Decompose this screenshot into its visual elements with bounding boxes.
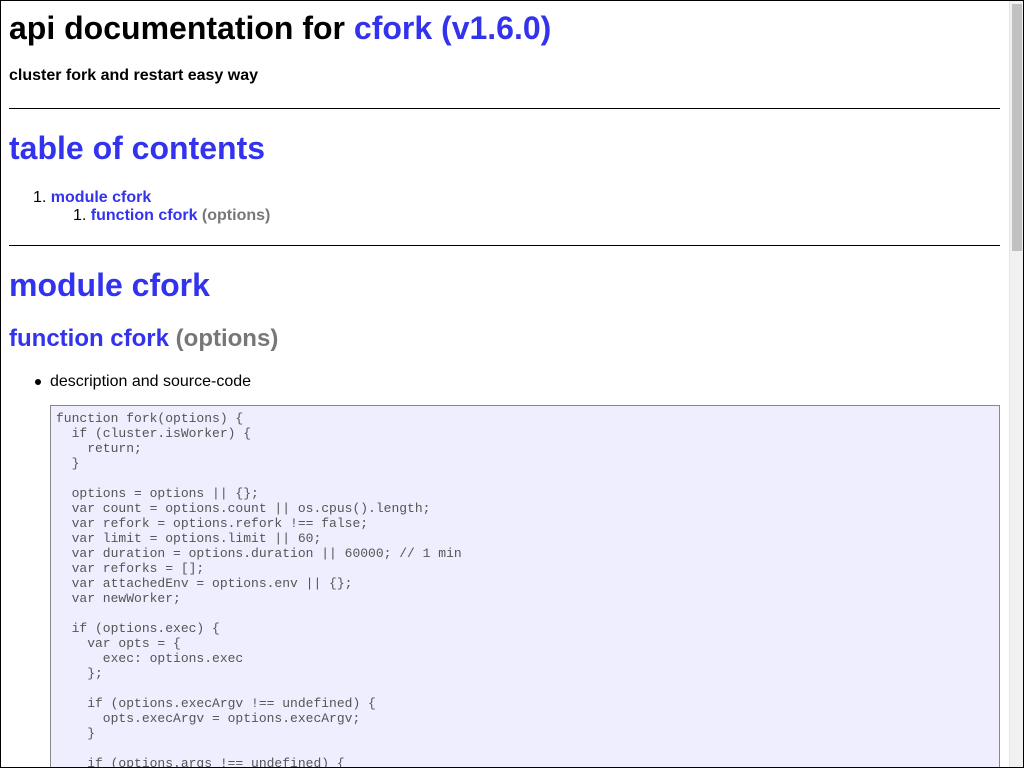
module-heading[interactable]: module cfork xyxy=(9,265,210,305)
page-content: api documentation for cfork (v1.6.0) clu… xyxy=(1,1,1009,767)
page-title: api documentation for cfork (v1.6.0) xyxy=(9,9,551,47)
toc-function-args: (options) xyxy=(201,207,271,224)
package-description: cluster fork and restart easy way xyxy=(9,67,259,84)
browser-viewport: api documentation for cfork (v1.6.0) clu… xyxy=(0,0,1024,768)
function-args: (options) xyxy=(175,325,279,352)
source-code: function fork(options) { if (cluster.isW… xyxy=(56,411,462,767)
package-link[interactable]: cfork (v1.6.0) xyxy=(354,10,551,46)
divider xyxy=(9,245,1000,246)
toc-item-number: 1. xyxy=(73,207,87,224)
toc-item-module: 1. module cfork xyxy=(33,188,151,208)
toc-link-module-cfork[interactable]: module cfork xyxy=(51,189,151,206)
toc-item-number: 1. xyxy=(33,189,47,206)
toc-link-function-cfork[interactable]: function cfork xyxy=(91,207,198,224)
toc-item-function: 1. function cfork (options) xyxy=(73,206,270,226)
source-code-block: function fork(options) { if (cluster.isW… xyxy=(50,405,1000,767)
divider xyxy=(9,108,1000,109)
toc-heading[interactable]: table of contents xyxy=(9,128,265,168)
page-title-prefix: api documentation for xyxy=(9,10,345,46)
function-link[interactable]: function cfork xyxy=(9,325,169,352)
vertical-scrollbar[interactable] xyxy=(1009,1,1023,767)
bullet-icon xyxy=(35,379,41,385)
description-label: description and source-code xyxy=(50,373,252,390)
function-heading: function cfork (options) xyxy=(9,323,278,355)
scrollbar-thumb[interactable] xyxy=(1012,4,1022,251)
